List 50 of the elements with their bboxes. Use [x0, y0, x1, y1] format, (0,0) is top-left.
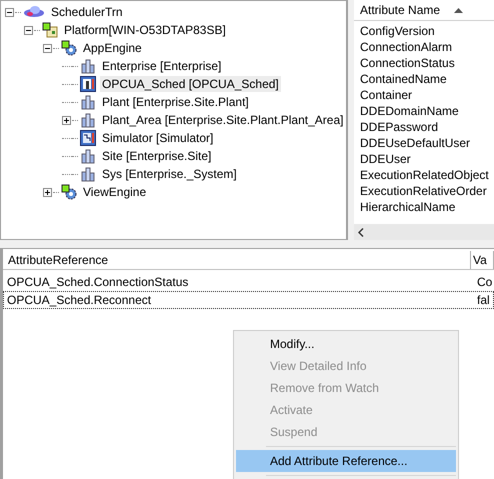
column-header[interactable]: Va — [471, 251, 494, 269]
tree-item[interactable]: ViewEngine — [81, 184, 148, 200]
building-icon — [80, 112, 96, 128]
list-item[interactable]: DDEUser — [354, 151, 494, 167]
tree-item[interactable]: Sys [Enterprise._System] — [100, 166, 239, 182]
list-item[interactable]: ConfigVersion — [354, 23, 494, 39]
tree-item[interactable]: AppEngine — [81, 40, 144, 56]
building-icon — [80, 58, 96, 74]
building-icon — [80, 148, 96, 164]
collapse-icon[interactable] — [5, 8, 14, 16]
building-icon — [80, 94, 96, 110]
expand-icon[interactable] — [62, 116, 71, 124]
collapse-icon[interactable] — [24, 26, 33, 34]
building-icon — [80, 166, 96, 182]
list-item[interactable]: ContainedName — [354, 71, 494, 87]
engine-icon — [61, 40, 77, 56]
table-cell-text: fal — [476, 292, 491, 308]
scroll-left-icon[interactable] — [358, 228, 364, 236]
tree-item[interactable]: Plant_Area [Enterprise.Site.Plant.Plant_Area] — [100, 112, 346, 128]
list-item[interactable]: DDEDomainName — [354, 103, 494, 119]
horizontal-scrollbar[interactable] — [354, 224, 494, 240]
engine-icon — [61, 184, 77, 200]
sort-up-icon — [454, 8, 463, 13]
column-header[interactable]: AttributeReference — [3, 251, 471, 269]
collapse-icon[interactable] — [43, 44, 52, 52]
table-cell-text: Co — [476, 274, 493, 290]
menu-item[interactable]: Modify... — [236, 333, 456, 355]
list-item[interactable]: ConnectionAlarm — [354, 39, 494, 55]
list-item[interactable]: ExecutionRelativeOrder — [354, 183, 494, 199]
table-cell-text: OPCUA_Sched.ConnectionStatus — [6, 274, 190, 290]
list-item[interactable]: ConnectionStatus — [354, 55, 494, 71]
list-item[interactable]: HierarchicalName — [354, 199, 494, 215]
list-item[interactable]: DDEPassword — [354, 119, 494, 135]
expand-icon[interactable] — [43, 188, 52, 196]
tree-item[interactable]: Enterprise [Enterprise] — [100, 58, 224, 74]
tree-item[interactable]: Simulator [Simulator] — [100, 130, 216, 146]
menu-item[interactable]: Add Attribute Reference... — [236, 450, 456, 472]
simulator-icon — [80, 130, 96, 146]
tree-item[interactable]: Plant [Enterprise.Site.Plant] — [100, 94, 251, 110]
list-item[interactable]: ExecutionRelatedObject — [354, 167, 494, 183]
tree-item[interactable]: OPCUA_Sched [OPCUA_Sched] — [100, 76, 281, 92]
tree-item[interactable]: Site [Enterprise.Site] — [100, 148, 214, 164]
tree-item[interactable]: Platform[WIN-O53DTAP83SB] — [62, 22, 228, 38]
galaxy-icon — [23, 4, 45, 20]
object-icon — [80, 76, 96, 92]
tree-item[interactable]: SchedulerTrn — [49, 4, 125, 20]
list-item[interactable]: Container — [354, 87, 494, 103]
platform-icon — [42, 22, 58, 38]
list-item[interactable]: DDEUseDefaultUser — [354, 135, 494, 151]
table-cell-text: OPCUA_Sched.Reconnect — [6, 292, 152, 308]
